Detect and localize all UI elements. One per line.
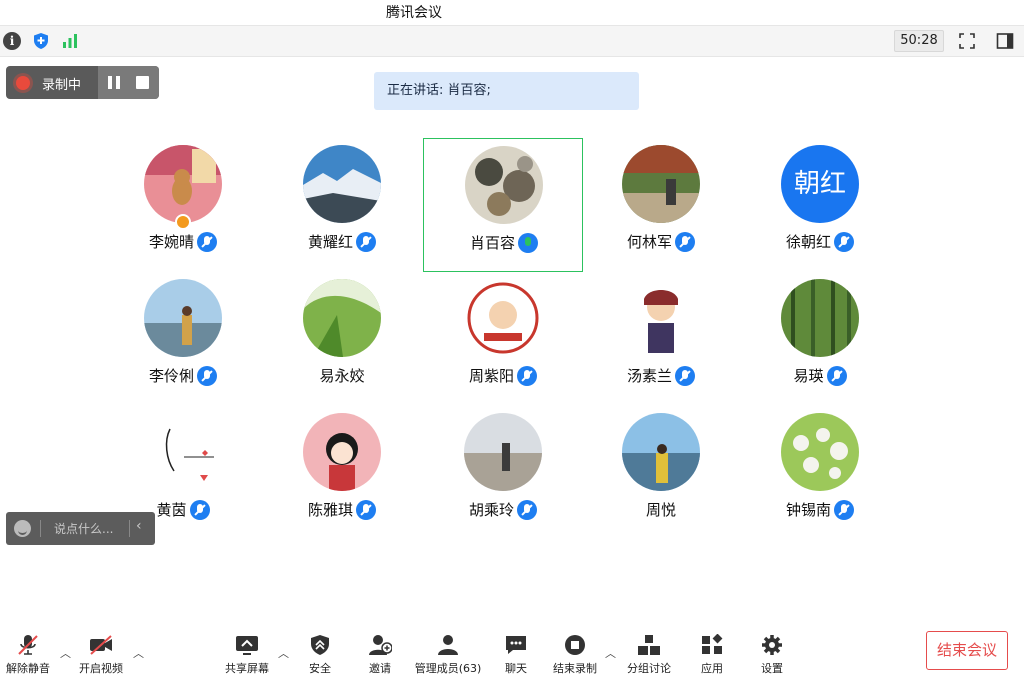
avatar (465, 146, 543, 224)
participant-name: 周紫阳 (468, 367, 514, 385)
shield-icon (311, 635, 329, 655)
chat-button[interactable]: 聊天 (496, 625, 536, 676)
participant-tile[interactable]: 陈雅琪 (262, 406, 422, 540)
share-options-chevron-icon[interactable]: ︿ (278, 645, 289, 661)
avatar (622, 413, 700, 491)
chat-placeholder: 说点什么... (54, 522, 114, 536)
participant-name: 肖百容 (469, 234, 515, 252)
bottom-toolbar: 解除静音 ︿ 开启视频 ︿ 共享屏幕 ︿ 安全 邀请 管理成员(63) 聊天 结… (0, 625, 1024, 676)
participant-name: 何林军 (626, 233, 672, 251)
participant-tile-speaking[interactable]: 肖百容 (423, 138, 583, 272)
participant-name: 黄耀红 (307, 233, 353, 251)
avatar (781, 279, 859, 357)
share-screen-icon (236, 636, 258, 655)
avatar (622, 145, 700, 223)
breakout-icon (638, 635, 660, 655)
invite-button[interactable]: 邀请 (360, 625, 400, 676)
breakout-rooms-button[interactable]: 分组讨论 (624, 625, 674, 676)
participant-name: 钟锡南 (785, 501, 831, 519)
participant-tile[interactable]: 周悦 (581, 406, 741, 540)
mic-muted-icon (356, 499, 376, 520)
participant-tile[interactable]: 钟锡南 (740, 406, 900, 540)
end-meeting-button[interactable]: 结束会议 (926, 631, 1008, 670)
security-button[interactable]: 安全 (300, 625, 340, 676)
participant-name: 周悦 (645, 501, 676, 519)
mic-muted-icon (675, 365, 695, 386)
mic-muted-icon (189, 499, 210, 520)
stop-record-icon (565, 635, 585, 655)
mic-muted-icon (356, 231, 376, 252)
mic-off-icon (18, 635, 38, 655)
host-badge-icon (175, 214, 191, 230)
mic-muted-icon (826, 365, 847, 386)
participant-name: 李伶俐 (148, 367, 194, 385)
avatar (303, 413, 381, 491)
participant-grid: 李婉晴 黄耀红 肖百容 何林军 朝红 徐朝红 李伶俐 易永姣 周紫阳 汤素兰 易… (0, 0, 1024, 676)
mic-muted-icon (675, 231, 695, 252)
participant-tile[interactable]: 李伶俐 (103, 272, 263, 406)
participant-tile[interactable]: 黄耀红 (262, 138, 422, 272)
participant-tile[interactable]: 汤素兰 (581, 272, 741, 406)
participant-name: 李婉晴 (148, 233, 194, 251)
avatar (781, 413, 859, 491)
participant-tile[interactable]: 周紫阳 (423, 272, 583, 406)
chat-icon (506, 636, 526, 654)
participant-name: 易永姣 (319, 367, 365, 385)
participant-name: 汤素兰 (626, 367, 672, 385)
avatar-text: 朝红 (781, 145, 859, 223)
avatar (464, 413, 542, 491)
avatar (144, 145, 222, 223)
members-icon (438, 635, 458, 655)
participant-tile[interactable]: 李婉晴 (103, 138, 263, 272)
mic-muted-icon (197, 231, 217, 252)
share-screen-button[interactable]: 共享屏幕 (220, 625, 274, 676)
chat-quick-input[interactable]: 说点什么... ‹ (6, 512, 155, 545)
participant-tile[interactable]: 易瑛 (740, 272, 900, 406)
mic-muted-icon (197, 365, 217, 386)
participant-tile[interactable]: 朝红 徐朝红 (740, 138, 900, 272)
camera-off-icon (90, 635, 112, 655)
recording-options-chevron-icon[interactable]: ︿ (605, 645, 616, 661)
apps-button[interactable]: 应用 (692, 625, 732, 676)
avatar (303, 145, 381, 223)
add-user-icon (369, 635, 392, 655)
mic-muted-icon (834, 231, 854, 252)
avatar (144, 279, 222, 357)
unmute-button[interactable]: 解除静音 (0, 625, 56, 676)
avatar (622, 279, 700, 357)
participant-tile[interactable]: 胡乘玲 (423, 406, 583, 540)
end-recording-button[interactable]: 结束录制 (550, 625, 600, 676)
participant-name: 易瑛 (793, 367, 824, 385)
mic-muted-icon (517, 499, 537, 520)
gear-icon (762, 635, 782, 655)
avatar (303, 279, 381, 357)
participant-tile[interactable]: 何林军 (581, 138, 741, 272)
start-video-button[interactable]: 开启视频 (74, 625, 128, 676)
participant-name: 陈雅琪 (307, 501, 353, 519)
participant-name: 胡乘玲 (468, 501, 514, 519)
mic-active-icon (518, 232, 538, 253)
collapse-chevron-icon[interactable]: ‹ (136, 518, 142, 534)
settings-button[interactable]: 设置 (752, 625, 792, 676)
avatar (144, 413, 222, 491)
participant-tile[interactable]: 易永姣 (262, 272, 422, 406)
audio-options-chevron-icon[interactable]: ︿ (60, 645, 71, 661)
apps-icon (702, 634, 723, 654)
video-options-chevron-icon[interactable]: ︿ (133, 645, 144, 661)
participant-name: 黄茵 (156, 501, 187, 519)
participant-name: 徐朝红 (785, 233, 831, 251)
avatar (464, 279, 542, 357)
manage-members-button[interactable]: 管理成员(63) (412, 625, 484, 676)
emoji-icon[interactable] (14, 520, 31, 537)
mic-muted-icon (834, 499, 854, 520)
mic-muted-icon (517, 365, 537, 386)
